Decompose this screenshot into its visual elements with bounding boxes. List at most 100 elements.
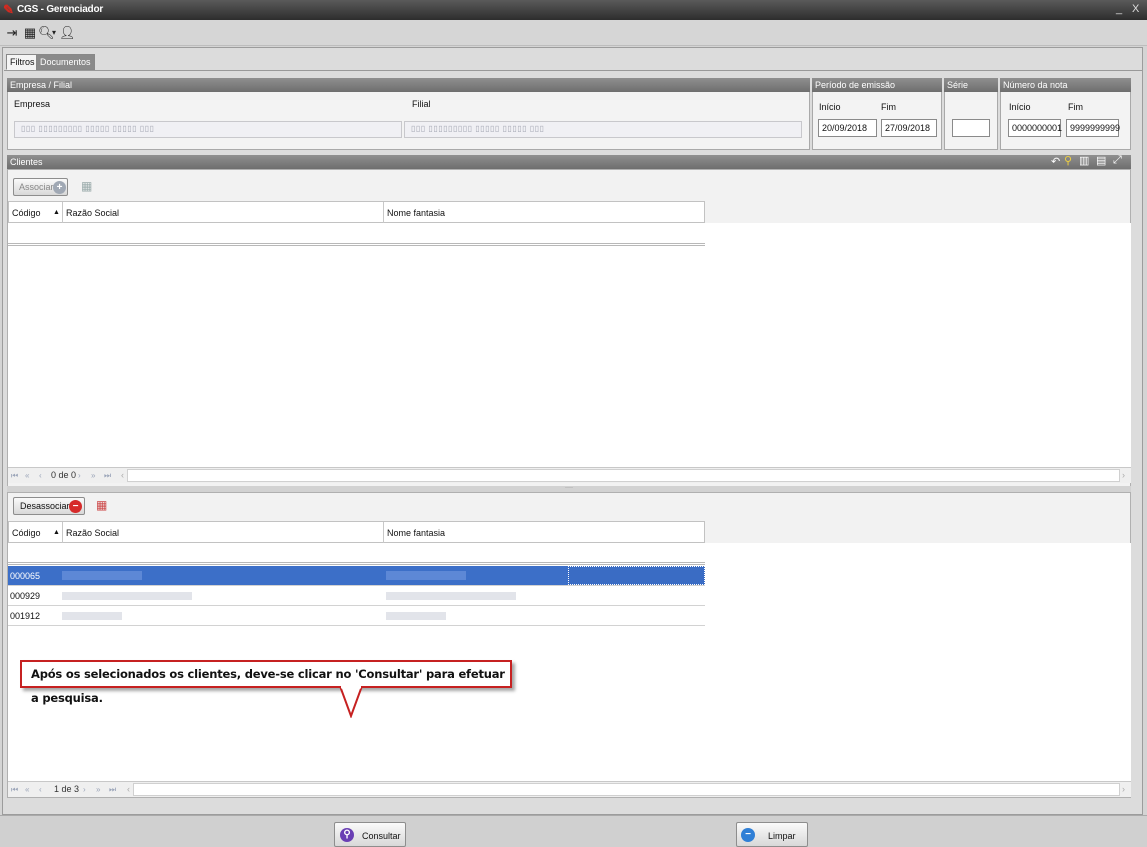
cell-razao-redacted bbox=[62, 592, 192, 600]
periodo-fim-label: Fim bbox=[881, 102, 896, 112]
selecionados-filter-row[interactable] bbox=[8, 562, 705, 565]
title-bar: ✎ CGS - Gerenciador _ X bbox=[0, 0, 1147, 20]
col-razao-social[interactable]: Razão Social bbox=[66, 208, 119, 218]
remove-icon: − bbox=[69, 500, 82, 513]
periodo-inicio-label: Início bbox=[819, 102, 841, 112]
table-row[interactable]: 000929 bbox=[8, 586, 705, 606]
close-button[interactable]: X bbox=[1132, 3, 1139, 15]
col-codigo[interactable]: Código bbox=[12, 208, 41, 218]
last-page-icon[interactable]: ⏭ bbox=[104, 468, 111, 483]
columns-icon[interactable]: ▥ bbox=[1079, 154, 1089, 167]
col-nome-fantasia[interactable]: Nome fantasia bbox=[387, 208, 445, 218]
associar-all-icon[interactable]: ▦ bbox=[81, 179, 92, 193]
periodo-fim-field[interactable]: 27/09/2018 bbox=[881, 119, 937, 137]
user-icon[interactable]: 👤︎ bbox=[59, 25, 76, 41]
cell-fantasia-redacted bbox=[386, 571, 466, 580]
col-nome-fantasia[interactable]: Nome fantasia bbox=[387, 528, 445, 538]
next-block-icon[interactable]: » bbox=[96, 782, 100, 797]
cell-razao-redacted bbox=[62, 571, 142, 580]
numero-inicio-label: Início bbox=[1009, 102, 1031, 112]
selecionados-pager: ⏮ « ‹ 1 de 3 › » ⏭ ‹ › bbox=[8, 781, 1131, 797]
cell-codigo: 000929 bbox=[10, 591, 41, 601]
exit-icon[interactable]: ⇥ bbox=[4, 25, 20, 41]
selecionados-grid-header: Código ▲ Razão Social Nome fantasia bbox=[8, 521, 705, 543]
screen-icon[interactable]: ▦ bbox=[22, 25, 38, 41]
limpar-icon: − bbox=[741, 828, 755, 842]
page-indicator: 1 de 3 bbox=[54, 784, 80, 794]
scroll-right-icon[interactable]: › bbox=[1122, 782, 1125, 797]
cell-codigo: 001912 bbox=[10, 611, 41, 621]
tab-divider bbox=[4, 70, 1142, 71]
chevron-down-icon[interactable]: ▾ bbox=[50, 25, 58, 41]
undo-icon[interactable]: ↶ bbox=[1051, 155, 1060, 168]
clientes-pager: ⏮ « ‹ 0 de 0 › » ⏭ ‹ › bbox=[8, 467, 1131, 483]
clientes-grid-header: Código ▲ Razão Social Nome fantasia bbox=[8, 201, 705, 223]
toolbar: ⇥ ▦ 🔍︎ ▾ 👤︎ bbox=[0, 20, 1147, 46]
search-icon[interactable]: ⚲ bbox=[1064, 154, 1072, 167]
col-separator bbox=[383, 202, 384, 223]
desassociar-button[interactable]: Desassociar − bbox=[13, 497, 85, 515]
scroll-right-icon[interactable]: › bbox=[1122, 468, 1125, 483]
scroll-left-icon[interactable]: ‹ bbox=[127, 782, 130, 797]
callout-annotation: Após os selecionados os clientes, deve-s… bbox=[20, 660, 512, 705]
periodo-header: Período de emissão bbox=[812, 78, 942, 92]
first-page-icon[interactable]: ⏮ bbox=[11, 782, 18, 797]
first-page-icon[interactable]: ⏮ bbox=[11, 468, 18, 483]
clientes-grid-body[interactable] bbox=[8, 223, 1131, 467]
consultar-button[interactable]: ⚲ Consultar bbox=[334, 822, 406, 847]
callout-pointer bbox=[338, 686, 364, 718]
empresa-label: Empresa bbox=[14, 99, 51, 109]
col-codigo[interactable]: Código bbox=[12, 528, 41, 538]
col-separator bbox=[383, 522, 384, 543]
clientes-filter-row[interactable] bbox=[8, 243, 705, 246]
numero-inicio-field[interactable]: 0000000001 bbox=[1008, 119, 1062, 137]
col-separator bbox=[62, 202, 63, 223]
desassociar-label: Desassociar bbox=[20, 501, 70, 511]
horizontal-scrollbar[interactable] bbox=[133, 783, 1120, 796]
table-row[interactable]: 001912 bbox=[8, 606, 705, 626]
list-icon[interactable]: ▤ bbox=[1096, 154, 1106, 167]
limpar-label: Limpar bbox=[768, 831, 796, 841]
sort-asc-icon: ▲ bbox=[53, 529, 60, 536]
cell-razao-redacted bbox=[62, 612, 122, 620]
prev-block-icon[interactable]: « bbox=[25, 468, 29, 483]
numero-fim-field[interactable]: 9999999999 bbox=[1066, 119, 1120, 137]
empresa-filial-header: Empresa / Filial bbox=[7, 78, 810, 92]
tab-filtros[interactable]: Filtros bbox=[6, 54, 39, 70]
consultar-label: Consultar bbox=[362, 831, 401, 841]
limpar-button[interactable]: − Limpar bbox=[736, 822, 808, 847]
col-razao-social[interactable]: Razão Social bbox=[66, 528, 119, 538]
numero-fim-label: Fim bbox=[1068, 102, 1083, 112]
prev-page-icon[interactable]: ‹ bbox=[39, 782, 42, 797]
page-indicator: 0 de 0 bbox=[51, 470, 77, 480]
tab-documentos[interactable]: Documentos bbox=[36, 54, 95, 70]
associar-button[interactable]: Associar + bbox=[13, 178, 68, 196]
serie-field[interactable] bbox=[952, 119, 990, 137]
next-page-icon[interactable]: › bbox=[78, 468, 81, 483]
filial-label: Filial bbox=[412, 99, 431, 109]
next-block-icon[interactable]: » bbox=[91, 468, 95, 483]
filial-field[interactable]: ▯▯▯ ▯▯▯▯▯▯▯▯▯ ▯▯▯▯▯ ▯▯▯▯▯ ▯▯▯ bbox=[404, 121, 802, 138]
window-title: CGS - Gerenciador bbox=[17, 4, 104, 15]
cell-fantasia-redacted bbox=[386, 612, 446, 620]
cell-codigo: 000065 bbox=[10, 571, 41, 581]
expand-icon[interactable]: ⤢ bbox=[1113, 154, 1122, 167]
table-row[interactable]: 000065 bbox=[8, 566, 705, 586]
row-focus-area bbox=[568, 566, 705, 585]
numero-header: Número da nota bbox=[1000, 78, 1131, 92]
desassociar-all-icon[interactable]: ▦ bbox=[96, 498, 107, 512]
associar-label: Associar bbox=[19, 182, 54, 192]
minimize-button[interactable]: _ bbox=[1116, 3, 1122, 15]
prev-page-icon[interactable]: ‹ bbox=[39, 468, 42, 483]
app-logo-icon: ✎ bbox=[3, 2, 14, 17]
prev-block-icon[interactable]: « bbox=[25, 782, 29, 797]
clientes-header: Clientes bbox=[7, 155, 1131, 169]
last-page-icon[interactable]: ⏭ bbox=[109, 782, 116, 797]
col-separator bbox=[62, 522, 63, 543]
scroll-left-icon[interactable]: ‹ bbox=[121, 468, 124, 483]
consultar-icon: ⚲ bbox=[340, 828, 354, 842]
next-page-icon[interactable]: › bbox=[83, 782, 86, 797]
empresa-field[interactable]: ▯▯▯ ▯▯▯▯▯▯▯▯▯ ▯▯▯▯▯ ▯▯▯▯▯ ▯▯▯ bbox=[14, 121, 402, 138]
periodo-inicio-field[interactable]: 20/09/2018 bbox=[818, 119, 877, 137]
horizontal-scrollbar[interactable] bbox=[127, 469, 1120, 482]
